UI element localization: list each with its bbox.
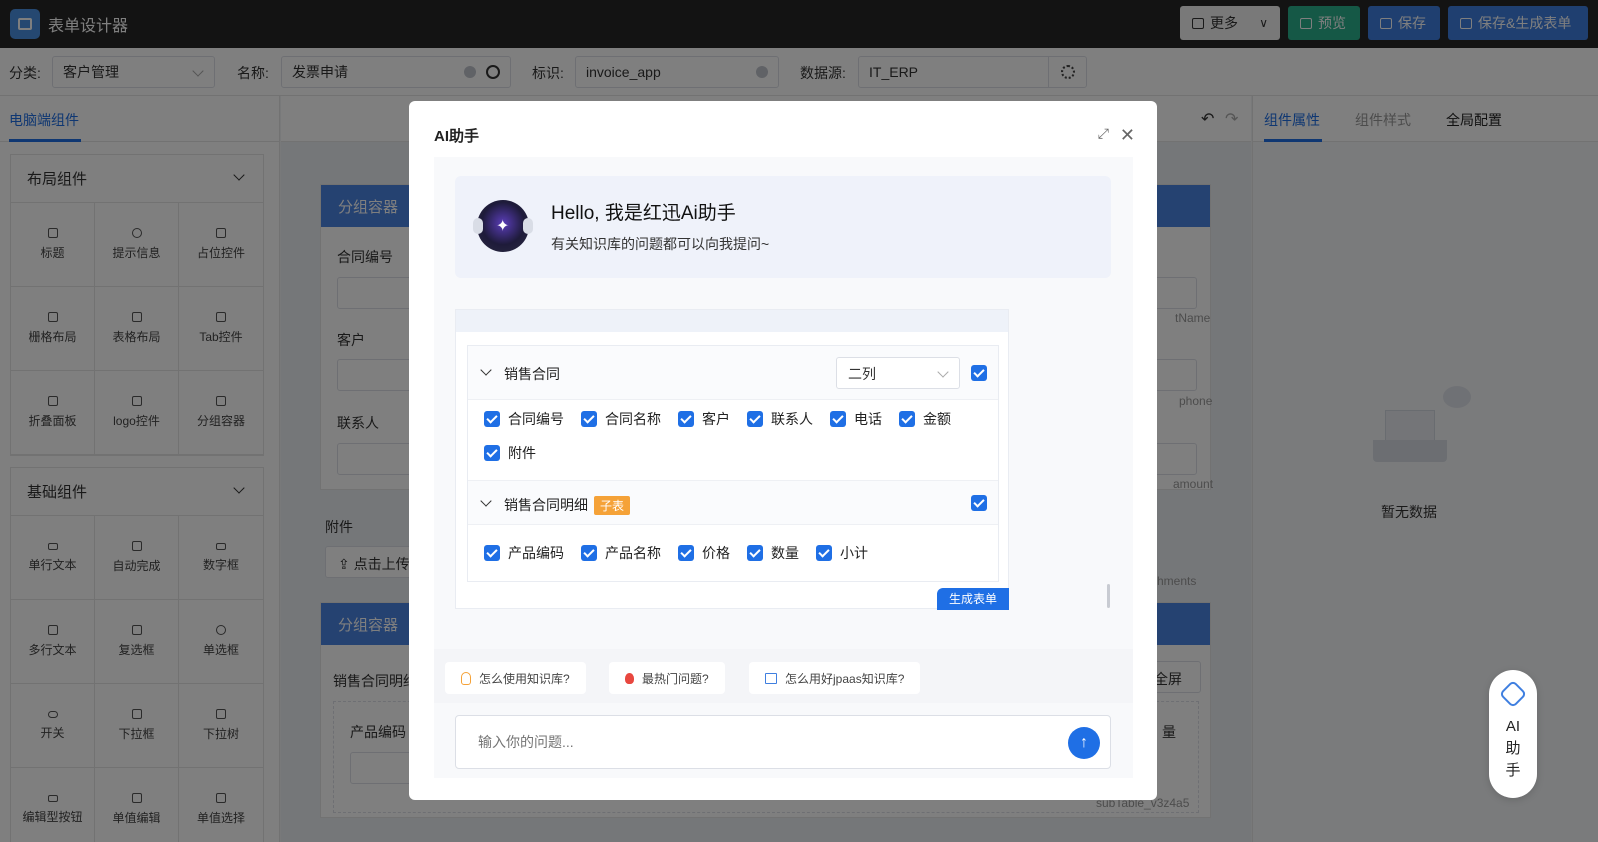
subsection-checkbox[interactable] (971, 495, 987, 511)
ai-assistant-float-button[interactable]: AI 助 手 (1489, 670, 1537, 798)
section-title: 销售合同 (504, 366, 560, 382)
ai-assistant-dialog: AI助手 ⤢ ✕ ✦ Hello, 我是红迅Ai助手 有关知识库的问题都可以向我… (409, 101, 1157, 800)
ai-logo-icon (1498, 679, 1528, 709)
welcome-card: ✦ Hello, 我是红迅Ai助手 有关知识库的问题都可以向我提问~ (455, 176, 1111, 278)
field-checkbox[interactable]: 价格 (678, 544, 730, 562)
field-checkbox[interactable]: 附件 (484, 444, 536, 462)
section-checkbox[interactable] (971, 365, 987, 381)
expand-icon[interactable]: ⤢ (1098, 125, 1109, 142)
field-checkbox[interactable]: 金额 (899, 410, 951, 428)
question-input[interactable] (455, 715, 1111, 769)
subtable-badge: 子表 (594, 496, 631, 515)
suggestion-jpaas[interactable]: 怎么用好jpaas知识库? (749, 662, 921, 694)
field-checkbox[interactable]: 数量 (747, 544, 799, 562)
book-icon (765, 672, 777, 684)
chevron-down-icon[interactable] (480, 364, 492, 376)
input-area: ↑ (434, 703, 1133, 778)
fire-icon (625, 672, 634, 684)
field-checkbox[interactable]: 合同名称 (581, 410, 661, 428)
field-checkbox[interactable]: 客户 (678, 410, 730, 428)
section-sales-contract: 销售合同 二列 合同编号 合同名称 客户 联系人 电话 金额 附件 销售合同明细… (467, 345, 999, 582)
arrow-up-icon: ↑ (1080, 734, 1088, 751)
suggestion-bar: 怎么使用知识库? 最热门问题? 怎么用好jpaas知识库? (434, 649, 1133, 703)
chevron-down-icon (937, 366, 949, 378)
bulb-icon (461, 671, 471, 685)
robot-avatar-icon: ✦ (473, 200, 533, 252)
chat-scrollbar[interactable] (1107, 584, 1110, 608)
chevron-down-icon[interactable] (480, 495, 492, 507)
chat-area: ✦ Hello, 我是红迅Ai助手 有关知识库的问题都可以向我提问~ 销售合同 … (434, 157, 1133, 649)
ai-answer-card: 销售合同 二列 合同编号 合同名称 客户 联系人 电话 金额 附件 销售合同明细… (455, 309, 1009, 610)
suggestion-hot-questions[interactable]: 最热门问题? (609, 662, 725, 694)
section-header[interactable]: 销售合同 二列 (468, 346, 998, 400)
close-icon[interactable]: ✕ (1120, 125, 1135, 146)
send-button[interactable]: ↑ (1068, 727, 1100, 759)
field-checkbox[interactable]: 合同编号 (484, 410, 564, 428)
dialog-title: AI助手 (434, 128, 480, 145)
welcome-title: Hello, 我是红迅Ai助手 (551, 203, 736, 224)
subsection-header[interactable]: 销售合同明细 子表 (468, 480, 998, 525)
field-checkbox[interactable]: 电话 (830, 410, 882, 428)
subsection-title: 销售合同明细 (504, 497, 588, 513)
field-checkbox[interactable]: 产品编码 (484, 544, 564, 562)
field-checkbox[interactable]: 小计 (816, 544, 868, 562)
welcome-subtitle: 有关知识库的问题都可以向我提问~ (551, 236, 770, 252)
field-checkbox[interactable]: 联系人 (747, 410, 813, 428)
suggestion-how-to-use[interactable]: 怎么使用知识库? (445, 662, 586, 694)
columns-select[interactable]: 二列 (836, 357, 960, 389)
generate-form-button[interactable]: 生成表单 (937, 588, 1009, 610)
field-checkbox[interactable]: 产品名称 (581, 544, 661, 562)
